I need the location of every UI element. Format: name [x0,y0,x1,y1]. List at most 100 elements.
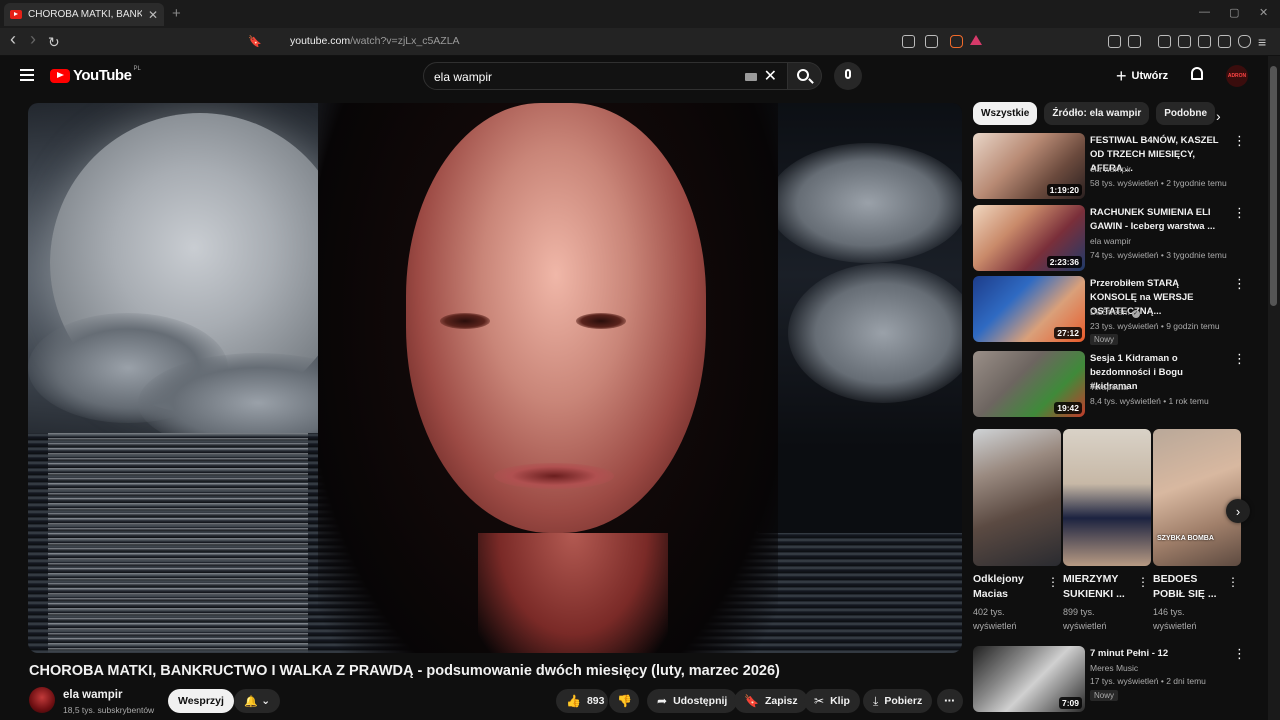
search-box[interactable]: ela wampir ✕ [423,62,788,90]
browser-tab[interactable]: CHOROBA MATKI, BANKRUCTW ✕ [4,3,164,26]
open-in-app-icon[interactable] [902,35,915,48]
chip-source[interactable]: Źródło: ela wampir [1044,102,1150,125]
short-title[interactable]: MIERZYMY SUKIENKI ... [1063,572,1135,602]
video-thumbnail[interactable]: 2:23:36 [973,205,1085,271]
account-avatar[interactable]: ADRON [1226,65,1248,87]
recommendation-channel[interactable]: DisStream ✓ [1090,307,1140,318]
search-input[interactable]: ela wampir [434,70,492,84]
recommendation-item[interactable]: 27:12 Przerobiłem STARĄ KONSOLĘ na WERSJ… [973,276,1246,345]
kebab-menu-icon[interactable]: ⋮ [1233,352,1246,365]
like-button[interactable]: 👍 893 [556,689,608,713]
kebab-menu-icon[interactable]: ⋮ [1137,575,1149,589]
download-label: Pobierz [884,695,923,707]
keyboard-icon[interactable] [745,73,757,81]
video-thumbnail[interactable]: 1:19:20 [973,133,1085,199]
thumbs-up-icon: 👍 [566,694,581,708]
notifications-bell-icon[interactable] [1191,67,1203,80]
kebab-menu-icon[interactable]: ⋮ [1233,134,1246,147]
brave-shields-icon[interactable] [950,35,963,48]
save-label: Zapisz [764,695,798,707]
recommendation-item[interactable]: 2:23:36 RACHUNEK SUMIENIA ELI GAWIN - Ic… [973,205,1246,273]
recommendation-channel[interactable]: Terapeuta [1090,382,1128,392]
filter-chips: Wszystkie Źródło: ela wampir Podobne [973,102,1222,126]
recommendation-item[interactable]: 1:19:20 FESTIWAL B4NÓW, KASZEL OD TRZECH… [973,133,1246,201]
video-thumbnail[interactable]: 27:12 [973,276,1085,342]
short-title[interactable]: Odklejony Macias [973,572,1045,602]
extensions-icon[interactable] [1108,35,1121,48]
clear-search-icon[interactable]: ✕ [764,66,777,86]
hamburger-menu-icon[interactable] [20,69,34,81]
screenshot-icon[interactable] [1128,35,1141,48]
short-thumbnail[interactable] [1063,429,1151,566]
video-thumbnail[interactable]: 7:09 [973,646,1085,712]
create-button[interactable]: + Utwórz [1116,65,1168,87]
short-item[interactable]: MIERZYMY SUKIENKI ... 899 tys. wyświetle… [1063,429,1151,631]
download-button[interactable]: ⤓ Pobierz [863,689,933,713]
wallet-icon[interactable] [1198,35,1211,48]
reload-icon[interactable]: ↻ [48,34,60,50]
recommendation-title[interactable]: 7 minut Pełni - 12 [1090,647,1225,661]
chips-next-icon[interactable]: › [1216,108,1221,124]
support-button[interactable]: Wesprzyj [168,689,234,713]
duration-badge: 19:42 [1054,402,1082,414]
chip-all[interactable]: Wszystkie [973,102,1038,125]
subscription-bell-button[interactable]: 🔔 ⌄ [234,689,280,713]
short-item[interactable]: Odklejony Macias 402 tys. wyświetleń ⋮ [973,429,1061,631]
kebab-menu-icon[interactable]: ⋮ [1233,206,1246,219]
recommendation-meta: 23 tys. wyświetleń • 9 godzin temu [1090,321,1220,331]
vpn-icon[interactable] [1238,35,1251,48]
chip-related[interactable]: Podobne [1156,102,1216,125]
channel-avatar[interactable] [29,687,55,713]
share-button[interactable]: ➦ Udostępnij [647,689,738,713]
more-actions-button[interactable]: ⋯ [937,689,963,713]
recommendation-item[interactable]: 7:09 7 minut Pełni - 12 Meres Music 17 t… [973,646,1246,714]
kebab-menu-icon[interactable]: ⋮ [1047,575,1059,589]
voice-search-button[interactable] [834,62,862,90]
minimize-icon[interactable]: — [1199,6,1210,18]
maximize-icon[interactable]: ▢ [1229,6,1239,19]
kebab-menu-icon[interactable]: ⋮ [1227,575,1239,589]
duration-badge: 1:19:20 [1046,184,1082,196]
new-tab-icon[interactable]: + [172,5,181,22]
short-thumbnail[interactable]: SZYBKA BOMBA [1153,429,1241,566]
video-thumbnail[interactable]: 19:42 [973,351,1085,417]
search-button[interactable] [788,62,822,90]
media-icon[interactable] [1158,35,1171,48]
recommendation-channel[interactable]: Meres Music [1090,663,1138,673]
short-title[interactable]: BEDOES POBIŁ SIĘ ... [1153,572,1225,602]
dislike-button[interactable]: 👎 [609,689,639,713]
duration-badge: 27:12 [1054,327,1082,339]
save-button[interactable]: 🔖 Zapisz [734,689,808,713]
channel-name-text: DisStream [1090,307,1130,317]
share-page-icon[interactable] [925,35,938,48]
logo-country: PL [133,65,141,72]
clip-button[interactable]: ✂ Klip [804,689,860,713]
brave-rewards-icon[interactable] [970,35,982,45]
forward-icon[interactable]: › [30,30,36,48]
scrollbar-thumb[interactable] [1270,66,1277,306]
recommendation-channel[interactable]: ela wampir [1090,236,1131,246]
recommendation-title[interactable]: RACHUNEK SUMIENIA ELI GAWIN - Iceberg wa… [1090,206,1225,234]
url-domain: youtube.com [290,35,351,47]
tab-close-icon[interactable]: ✕ [148,8,158,22]
short-thumbnail[interactable] [973,429,1061,566]
page-scrollbar[interactable] [1268,56,1280,720]
sidebar-icon[interactable] [1178,35,1191,48]
video-player[interactable] [28,103,962,653]
create-label: Utwórz [1131,70,1169,82]
youtube-logo[interactable]: YouTube PL [50,65,141,84]
leo-ai-icon[interactable] [1218,35,1231,48]
browser-menu-icon[interactable]: ≡ [1258,34,1266,50]
close-window-icon[interactable]: ✕ [1259,6,1268,19]
back-icon[interactable]: ‹ [10,30,16,48]
shorts-next-button[interactable]: › [1226,499,1250,523]
recommendation-channel[interactable]: ela wampir [1090,164,1131,174]
kebab-menu-icon[interactable]: ⋮ [1233,277,1246,290]
recommendation-meta: 8,4 tys. wyświetleń • 1 rok temu [1090,396,1209,406]
short-item[interactable]: SZYBKA BOMBA BEDOES POBIŁ SIĘ ... 146 ty… [1153,429,1241,631]
bookmark-icon[interactable]: 🔖 [248,34,262,50]
kebab-menu-icon[interactable]: ⋮ [1233,647,1246,660]
recommendation-item[interactable]: 19:42 Sesja 1 Kidraman o bezdomności i B… [973,351,1246,419]
channel-name[interactable]: ela wampir [63,689,122,701]
address-bar[interactable]: youtube.com/watch?v=zjLx_c5AZLA [290,35,460,47]
